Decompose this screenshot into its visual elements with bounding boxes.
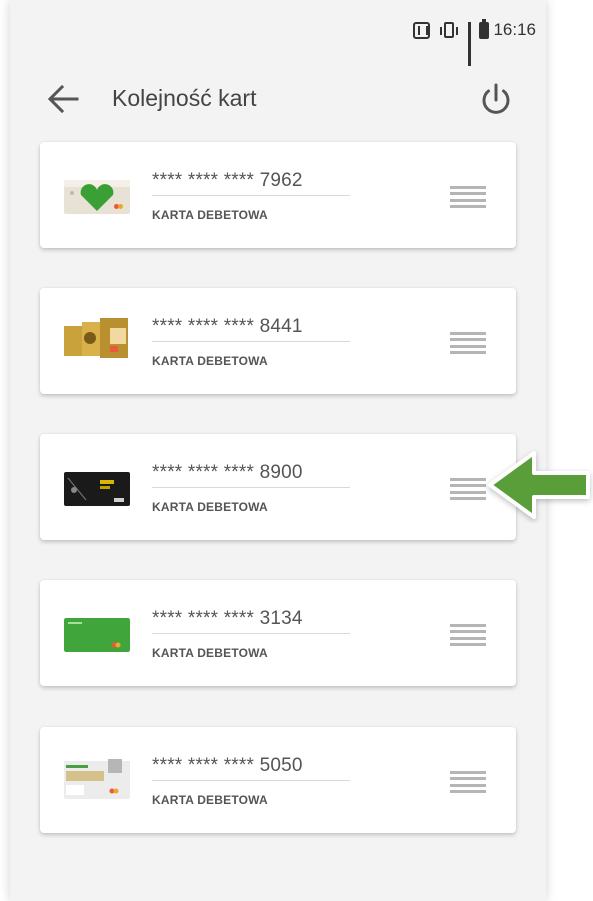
- card-image: [64, 755, 130, 799]
- battery-icon: [479, 18, 490, 39]
- card-list-item[interactable]: **** **** **** 8441 KARTA DEBETOWA: [40, 288, 516, 394]
- back-button[interactable]: [46, 82, 80, 116]
- card-type: KARTA DEBETOWA: [152, 500, 268, 514]
- toolbar: Kolejność kart: [10, 60, 546, 140]
- card-number: **** **** **** 7962: [152, 170, 350, 196]
- card-image: [64, 318, 130, 360]
- card-image: [64, 180, 130, 214]
- drag-handle-icon[interactable]: [450, 332, 486, 354]
- nfc-icon: [413, 21, 431, 39]
- power-icon: [482, 83, 510, 114]
- drag-handle-icon[interactable]: [450, 771, 486, 793]
- card-image: [64, 472, 130, 506]
- card-list-item[interactable]: **** **** **** 8900 KARTA DEBETOWA: [40, 434, 516, 540]
- logout-button[interactable]: [476, 80, 516, 120]
- status-bar: 16:16: [10, 0, 546, 66]
- card-type: KARTA DEBETOWA: [152, 793, 268, 807]
- card-list-item[interactable]: **** **** **** 7962 KARTA DEBETOWA: [40, 142, 516, 248]
- card-list-item[interactable]: **** **** **** 5050 KARTA DEBETOWA: [40, 727, 516, 833]
- card-list-item[interactable]: **** **** **** 3134 KARTA DEBETOWA: [40, 580, 516, 686]
- card-number: **** **** **** 8900: [152, 462, 350, 488]
- phone-screen: 16:16 Kolejność kart **** **** **** 7962…: [10, 0, 546, 901]
- vibrate-icon: [440, 22, 459, 38]
- card-type: KARTA DEBETOWA: [152, 208, 268, 222]
- drag-handle-icon[interactable]: [450, 478, 486, 500]
- card-type: KARTA DEBETOWA: [152, 354, 268, 368]
- page-title: Kolejność kart: [112, 85, 257, 111]
- card-number: **** **** **** 5050: [152, 755, 350, 781]
- card-number: **** **** **** 3134: [152, 608, 350, 634]
- green-arrow-left-icon: [488, 451, 590, 519]
- signal-icon: [468, 21, 472, 66]
- arrow-left-icon: [47, 84, 79, 114]
- card-type: KARTA DEBETOWA: [152, 646, 268, 660]
- card-image: [64, 618, 130, 652]
- status-time: 16:16: [493, 20, 536, 39]
- drag-handle-icon[interactable]: [450, 186, 486, 208]
- drag-handle-icon[interactable]: [450, 624, 486, 646]
- card-number: **** **** **** 8441: [152, 316, 350, 342]
